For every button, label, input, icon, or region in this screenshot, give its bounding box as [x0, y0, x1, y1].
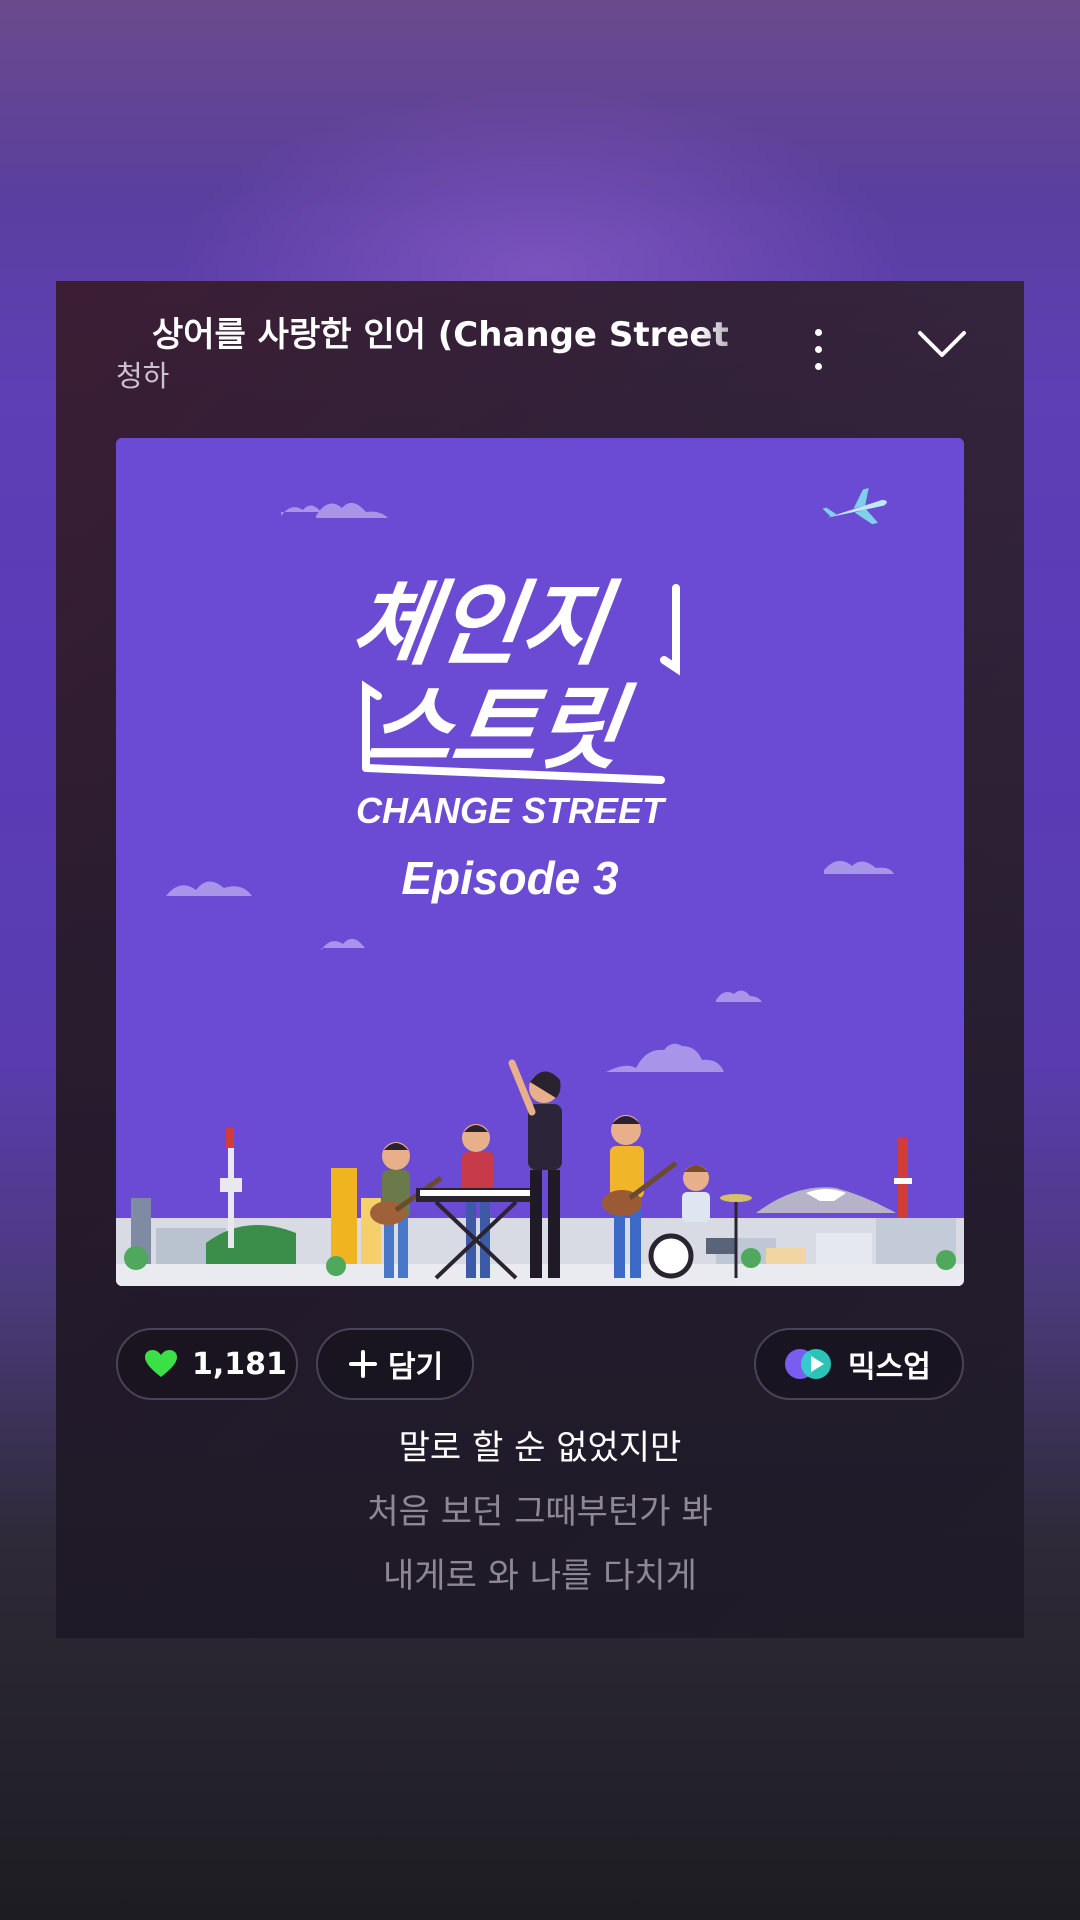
chevron-down-icon: [918, 331, 966, 357]
collapse-button[interactable]: [914, 319, 970, 369]
lyric-next-line[interactable]: 내게로 와 나를 다치게: [56, 1544, 1024, 1608]
mixup-label: 믹스업: [848, 1350, 931, 1385]
add-to-playlist-button[interactable]: 담기: [316, 1328, 474, 1400]
lyric-current-line[interactable]: 말로 할 순 없었지만: [56, 1416, 1024, 1480]
lyric-next-line[interactable]: 처음 보던 그때부턴가 봐: [56, 1480, 1024, 1544]
mixup-icon: [785, 1349, 831, 1379]
lyrics-panel[interactable]: 말로 할 순 없었지만 처음 보던 그때부턴가 봐 내게로 와 나를 다치게: [56, 1416, 1024, 1608]
song-title: 상어를 사랑한 인어 (Change Street: [152, 315, 729, 355]
heart-icon: [145, 1350, 177, 1377]
album-art[interactable]: 체인지 스트릿 CHANGE STREET Episode 3: [116, 438, 964, 1286]
player-card: 상어를 사랑한 인어 (Change Street 청하 체인지 스트릿 CHA…: [56, 281, 1024, 1638]
logo-english: CHANGE STREET: [356, 790, 667, 831]
episode-label: Episode 3: [401, 852, 619, 904]
mixup-button[interactable]: 믹스업: [754, 1328, 964, 1400]
plus-icon: [349, 1350, 377, 1378]
like-button[interactable]: 1,181: [116, 1328, 298, 1400]
add-label: 담기: [388, 1350, 444, 1385]
more-vertical-icon: [814, 328, 822, 336]
logo-korean-line1: 체인지: [345, 570, 623, 677]
like-count: 1,181: [192, 1346, 287, 1382]
more-options-button[interactable]: [798, 319, 838, 379]
artist-name[interactable]: 청하: [116, 351, 169, 401]
